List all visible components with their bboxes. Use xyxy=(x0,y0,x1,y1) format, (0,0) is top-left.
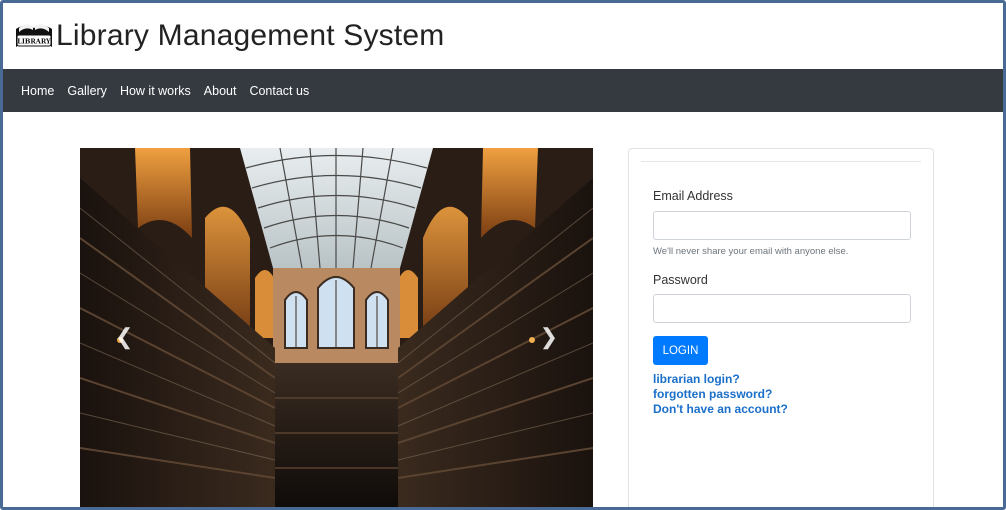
site-title: Library Management System xyxy=(56,19,445,52)
nav-how-it-works[interactable]: How it works xyxy=(120,84,191,98)
librarian-login-link[interactable]: librarian login? xyxy=(653,372,740,386)
card-divider xyxy=(641,161,921,162)
library-interior-image xyxy=(80,148,593,507)
site-header: LIBRARY Library Management System xyxy=(3,3,1003,69)
email-field[interactable] xyxy=(653,211,911,240)
main-navbar: Home Gallery How it works About Contact … xyxy=(3,69,1003,112)
carousel-next-button[interactable]: ❯ xyxy=(540,326,558,348)
image-carousel[interactable]: ❮ ❯ xyxy=(80,148,593,507)
forgotten-password-link[interactable]: forgotten password? xyxy=(653,387,772,401)
library-book-icon: LIBRARY xyxy=(16,24,52,47)
email-help-text: We'll never share your email with anyone… xyxy=(653,246,849,257)
nav-home[interactable]: Home xyxy=(21,84,54,98)
email-label: Email Address xyxy=(653,189,733,203)
password-label: Password xyxy=(653,273,708,287)
login-button[interactable]: LOGIN xyxy=(653,336,708,365)
register-link[interactable]: Don't have an account? xyxy=(653,402,788,416)
nav-contact-us[interactable]: Contact us xyxy=(249,84,309,98)
nav-gallery[interactable]: Gallery xyxy=(67,84,107,98)
svg-text:LIBRARY: LIBRARY xyxy=(17,38,51,46)
carousel-prev-button[interactable]: ❮ xyxy=(115,326,133,348)
nav-about[interactable]: About xyxy=(204,84,237,98)
login-card: Email Address We'll never share your ema… xyxy=(628,148,934,507)
password-field[interactable] xyxy=(653,294,911,323)
browser-frame: LIBRARY Library Management System Home G… xyxy=(0,0,1006,510)
